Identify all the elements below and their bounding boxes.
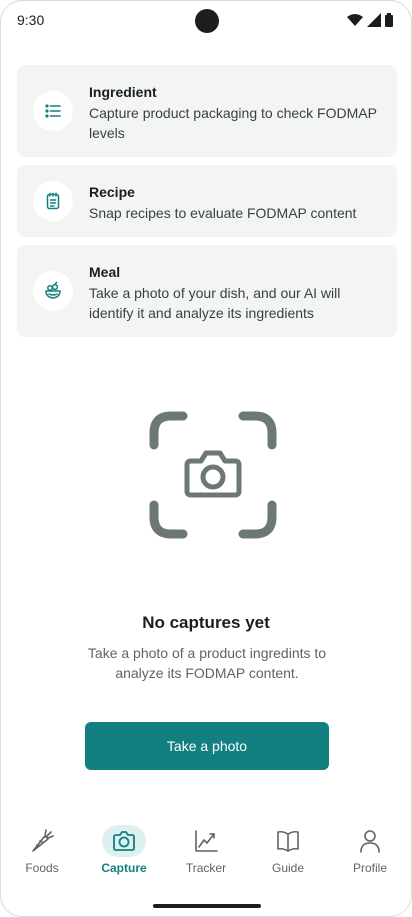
status-icons <box>347 13 393 27</box>
wifi-icon <box>347 14 363 26</box>
option-title: Recipe <box>89 184 135 200</box>
option-title: Ingredient <box>89 84 157 100</box>
nav-label: Tracker <box>185 861 227 875</box>
home-indicator[interactable] <box>153 904 261 908</box>
camera-viewfinder-icon <box>149 411 277 539</box>
chart-icon <box>184 825 228 857</box>
option-ingredient[interactable]: Ingredient Capture product packaging to … <box>17 65 397 157</box>
book-icon <box>266 825 310 857</box>
carrot-icon <box>20 825 64 857</box>
option-meal[interactable]: Meal Take a photo of your dish, and our … <box>17 245 397 337</box>
nav-label: Guide <box>271 861 305 875</box>
nav-label: Capture <box>101 861 147 875</box>
option-recipe[interactable]: Recipe Snap recipes to evaluate FODMAP c… <box>17 165 397 237</box>
take-photo-button[interactable]: Take a photo <box>85 722 329 770</box>
camera-icon <box>102 825 146 857</box>
nav-label: Foods <box>25 861 59 875</box>
status-bar: 9:30 <box>1 1 411 41</box>
option-description: Capture product packaging to check FODMA… <box>89 105 377 141</box>
option-description: Snap recipes to evaluate FODMAP content <box>89 205 357 221</box>
nav-item-guide[interactable]: Guide <box>247 819 329 883</box>
bowl-icon <box>33 271 73 311</box>
capture-options: Ingredient Capture product packaging to … <box>17 65 397 345</box>
signal-icon <box>367 13 381 27</box>
empty-state-description: Take a photo of a product ingredints to … <box>87 645 327 681</box>
person-icon <box>348 825 392 857</box>
nav-label: Profile <box>352 861 387 875</box>
nav-item-capture[interactable]: Capture <box>83 819 165 883</box>
bottom-navigation: Foods Capture Tracker Guide Profile <box>1 819 411 883</box>
camera-cutout <box>195 9 219 33</box>
empty-state-title: No captures yet <box>142 613 270 632</box>
option-description: Take a photo of your dish, and our AI wi… <box>89 285 341 321</box>
nav-item-profile[interactable]: Profile <box>329 819 411 883</box>
status-time: 9:30 <box>17 12 45 28</box>
nav-item-foods[interactable]: Foods <box>1 819 83 883</box>
recipe-icon <box>33 181 73 221</box>
app-screen: 9:30 Ingredient Capture product packagin… <box>0 0 412 917</box>
option-title: Meal <box>89 264 121 280</box>
battery-icon <box>385 13 393 27</box>
nav-item-tracker[interactable]: Tracker <box>165 819 247 883</box>
list-icon <box>33 91 73 131</box>
